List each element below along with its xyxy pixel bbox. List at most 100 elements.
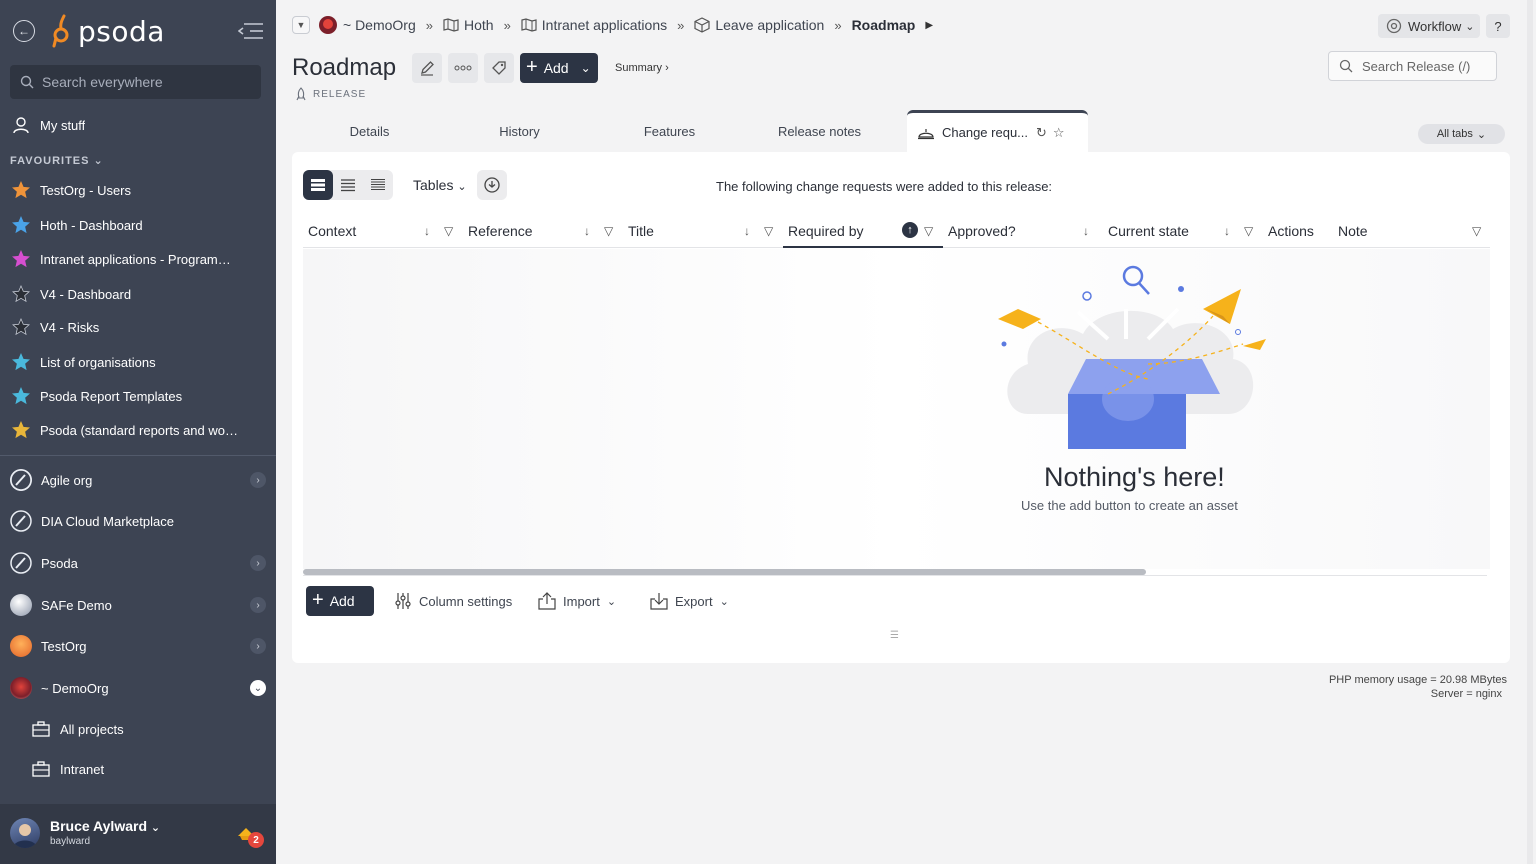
filter-icon[interactable]: ▽ bbox=[444, 224, 453, 238]
import-button[interactable]: Import ⌄ bbox=[538, 592, 616, 610]
star-icon[interactable]: ☆ bbox=[1053, 125, 1065, 141]
sidebar-favourite-item[interactable]: TestOrg - Users bbox=[0, 175, 276, 205]
user-menu[interactable]: Bruce Aylward ⌄ baylward bbox=[0, 804, 276, 864]
view-compact-button[interactable] bbox=[333, 170, 363, 200]
sort-arrow-icon[interactable]: ↓ bbox=[1224, 224, 1230, 238]
sidebar: ← psoda Search everywhere My stuff FAVOU… bbox=[0, 0, 276, 864]
breadcrumb-item-intranet-applications[interactable]: Intranet applications bbox=[521, 17, 667, 33]
sidebar-search-input[interactable]: Search everywhere bbox=[10, 65, 261, 99]
sidebar-favourite-item[interactable]: V4 - Dashboard bbox=[0, 279, 276, 309]
breadcrumb-item-hoth[interactable]: Hoth bbox=[443, 17, 494, 33]
sort-arrow-icon[interactable]: ↓ bbox=[744, 224, 750, 238]
sidebar-favourite-item[interactable]: Hoth - Dashboard bbox=[0, 210, 276, 240]
export-button[interactable]: Export ⌄ bbox=[650, 592, 729, 610]
chevron-right-icon[interactable]: › bbox=[250, 597, 266, 613]
filter-icon[interactable]: ▽ bbox=[1244, 224, 1253, 238]
sidebar-org-demoorg[interactable]: ~ DemoOrg ⌄ bbox=[0, 670, 276, 706]
chevron-down-icon[interactable]: ⌄ bbox=[250, 680, 266, 696]
favourites-heading[interactable]: FAVOURITES ⌄ bbox=[10, 154, 104, 167]
resize-handle-icon[interactable]: ☰ bbox=[890, 630, 899, 641]
sidebar-org-dia-cloud[interactable]: DIA Cloud Marketplace bbox=[0, 503, 276, 539]
sidebar-divider bbox=[0, 455, 276, 456]
filter-icon[interactable]: ▽ bbox=[764, 224, 773, 238]
column-header-note[interactable]: Note bbox=[1338, 214, 1368, 248]
sidebar-item-intranet[interactable]: Intranet bbox=[0, 754, 276, 784]
sidebar-favourite-item[interactable]: V4 - Risks bbox=[0, 312, 276, 342]
all-tabs-button[interactable]: All tabs ⌄ bbox=[1418, 124, 1505, 144]
add-button[interactable]: + Add ⌄ bbox=[520, 53, 598, 83]
column-header-title[interactable]: Title bbox=[628, 214, 654, 248]
sidebar-favourite-item[interactable]: Psoda (standard reports and work... bbox=[0, 415, 276, 445]
sidebar-org-agile-org[interactable]: Agile org › bbox=[0, 462, 276, 498]
sidebar-favourite-item[interactable]: Psoda Report Templates bbox=[0, 381, 276, 411]
summary-link[interactable]: Summary › bbox=[615, 62, 669, 74]
psoda-logo[interactable]: psoda bbox=[50, 14, 165, 48]
chevron-down-icon: ⌄ bbox=[719, 595, 729, 608]
sort-ascending-icon[interactable]: ↑ bbox=[902, 222, 918, 238]
sidebar-favourite-item[interactable]: List of organisations bbox=[0, 347, 276, 377]
column-header-current-state[interactable]: Current state bbox=[1108, 214, 1189, 248]
breadcrumb-item-demoorg[interactable]: ~ DemoOrg bbox=[318, 15, 416, 35]
back-icon[interactable]: ← bbox=[13, 20, 35, 42]
column-header-approved[interactable]: Approved? bbox=[948, 214, 1016, 248]
sort-arrow-icon[interactable]: ↓ bbox=[1083, 224, 1089, 238]
column-header-context[interactable]: Context bbox=[308, 214, 356, 248]
filter-icon[interactable]: ▽ bbox=[1472, 224, 1481, 238]
add-label: Add bbox=[543, 60, 569, 76]
tag-button[interactable] bbox=[484, 53, 514, 83]
sort-arrow-icon[interactable]: ↓ bbox=[424, 224, 430, 238]
chart-toggle-button[interactable] bbox=[477, 170, 507, 200]
notification-count-badge: 2 bbox=[248, 832, 264, 848]
breadcrumb-separator: » bbox=[425, 17, 433, 33]
column-header-reference[interactable]: Reference bbox=[468, 214, 533, 248]
star-icon bbox=[11, 215, 31, 235]
star-icon bbox=[11, 420, 31, 440]
sidebar-favourite-label: TestOrg - Users bbox=[40, 182, 132, 198]
refresh-icon[interactable]: ↻ bbox=[1036, 125, 1047, 141]
sidebar-favourite-label: List of organisations bbox=[40, 354, 156, 370]
sort-arrow-icon[interactable]: ↓ bbox=[584, 224, 590, 238]
tab-release-notes[interactable]: Release notes bbox=[747, 110, 892, 152]
chevron-right-icon[interactable]: › bbox=[250, 555, 266, 571]
more-button[interactable] bbox=[448, 53, 478, 83]
tab-details[interactable]: Details bbox=[292, 110, 447, 152]
table-footer-divider bbox=[303, 575, 1487, 576]
org-label: TestOrg bbox=[41, 638, 87, 654]
sidebar-item-all-projects[interactable]: All projects bbox=[0, 714, 276, 744]
sidebar-favourite-item[interactable]: Intranet applications - Programme... bbox=[0, 244, 276, 274]
sidebar-org-psoda[interactable]: Psoda › bbox=[0, 545, 276, 581]
page-scrollbar[interactable] bbox=[1527, 0, 1533, 864]
collapse-sidebar-icon[interactable] bbox=[238, 22, 264, 40]
edit-button[interactable] bbox=[412, 53, 442, 83]
sidebar-item-my-stuff[interactable]: My stuff bbox=[0, 110, 276, 140]
breadcrumb-label: Intranet applications bbox=[541, 17, 668, 33]
map-icon bbox=[521, 18, 537, 32]
workflow-button[interactable]: Workflow ⌄ bbox=[1378, 14, 1480, 38]
filter-icon[interactable]: ▽ bbox=[604, 224, 613, 238]
column-header-required-by[interactable]: Required by bbox=[788, 214, 864, 248]
chevron-down-icon[interactable]: ⌄ bbox=[581, 61, 591, 75]
breadcrumb-item-leave-application[interactable]: Leave application bbox=[694, 17, 824, 33]
tab-history[interactable]: History bbox=[447, 110, 592, 152]
search-release-input[interactable]: Search Release (/) bbox=[1328, 51, 1497, 81]
memory-usage: PHP memory usage = 20.98 MBytes bbox=[1328, 674, 1507, 686]
tab-change-requests[interactable]: Change requ... ↻ ☆ bbox=[907, 110, 1088, 152]
help-button[interactable]: ? bbox=[1486, 14, 1510, 38]
column-settings-button[interactable]: Column settings bbox=[394, 592, 512, 610]
tables-dropdown[interactable]: Tables ⌄ bbox=[413, 177, 467, 193]
breadcrumb-dropdown-icon[interactable]: ▼ bbox=[292, 16, 310, 34]
sidebar-org-testorg[interactable]: TestOrg › bbox=[0, 628, 276, 664]
column-header-actions[interactable]: Actions bbox=[1268, 214, 1314, 248]
star-icon bbox=[11, 386, 31, 406]
tab-features[interactable]: Features bbox=[592, 110, 747, 152]
caret-right-icon[interactable]: ▶ bbox=[925, 20, 933, 31]
all-tabs-label: All tabs bbox=[1436, 128, 1473, 140]
chevron-right-icon[interactable]: › bbox=[250, 638, 266, 654]
view-comfortable-button[interactable] bbox=[303, 170, 333, 200]
briefcase-icon bbox=[32, 721, 50, 737]
add-row-button[interactable]: + Add bbox=[306, 586, 374, 616]
view-dense-button[interactable] bbox=[363, 170, 393, 200]
sidebar-org-safe-demo[interactable]: SAFe Demo › bbox=[0, 587, 276, 623]
filter-icon[interactable]: ▽ bbox=[924, 224, 933, 238]
chevron-right-icon[interactable]: › bbox=[250, 472, 266, 488]
